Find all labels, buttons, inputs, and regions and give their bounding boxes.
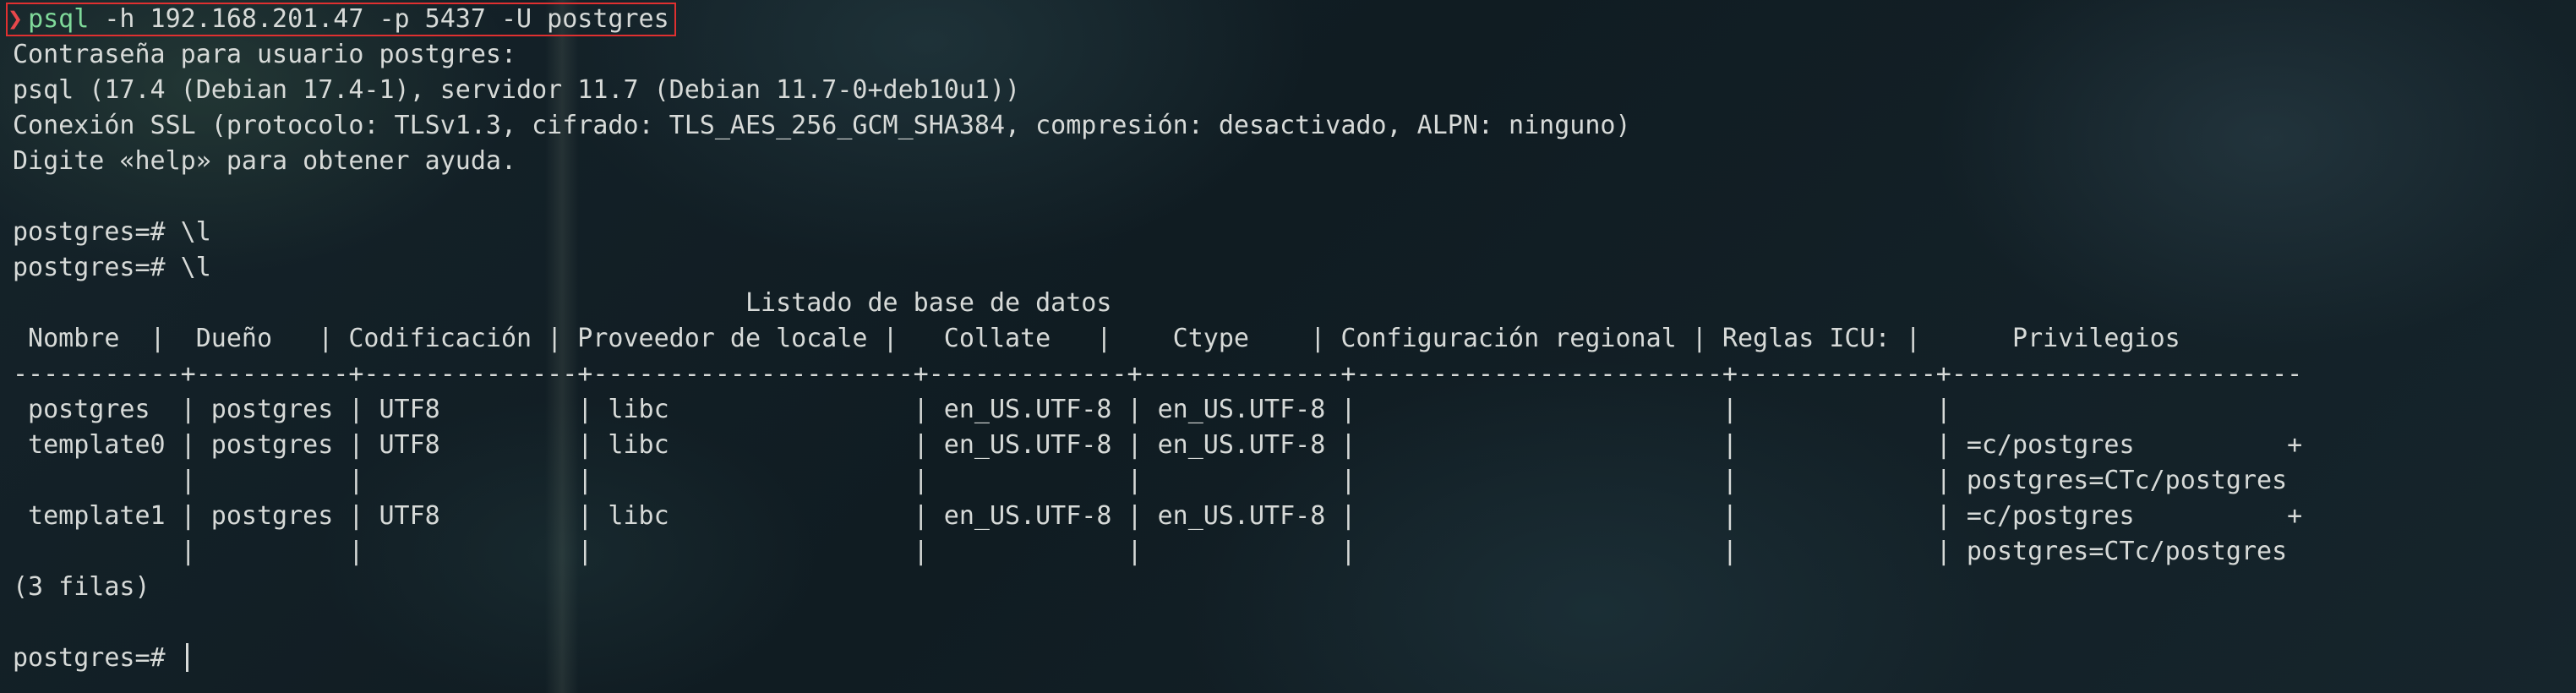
table-row: template0 | postgres | UTF8 | libc | en_… xyxy=(13,430,2303,460)
row-count-footer: (3 filas) xyxy=(13,572,150,602)
text-cursor[interactable] xyxy=(185,643,188,672)
table-row: template1 | postgres | UTF8 | libc | en_… xyxy=(13,501,2303,531)
help-hint-line: Digite «help» para obtener ayuda. xyxy=(13,146,517,176)
command-arguments: -h 192.168.201.47 -p 5437 -U postgres xyxy=(89,4,669,34)
table-header-row: Nombre | Dueño | Codificación | Proveedo… xyxy=(13,324,2180,353)
terminal-window[interactable]: ❯ psql -h 192.168.201.47 -p 5437 -U postg… xyxy=(0,0,2576,693)
table-row: postgres | postgres | UTF8 | libc | en_U… xyxy=(13,395,1951,424)
ssl-info-line: Conexión SSL (protocolo: TLSv1.3, cifrad… xyxy=(13,111,1631,140)
table-row-continuation: | | | | | | | | postgres=CTc/postgres xyxy=(13,537,2288,566)
command-name: psql xyxy=(28,4,90,34)
version-line: psql (17.4 (Debian 17.4-1), servidor 11.… xyxy=(13,75,1021,105)
history-command-line: postgres=# \l xyxy=(13,217,211,247)
table-row-continuation: | | | | | | | | postgres=CTc/postgres xyxy=(13,466,2288,495)
active-prompt-line[interactable]: postgres=# xyxy=(13,641,2302,676)
prompt-chevron-icon: ❯ xyxy=(8,4,24,34)
table-separator: -----------+----------+--------------+--… xyxy=(13,359,2303,389)
history-command-line: postgres=# \l xyxy=(13,253,211,282)
terminal-output[interactable]: ❯ psql -h 192.168.201.47 -p 5437 -U postg… xyxy=(6,2,2303,676)
table-title: Listado de base de datos xyxy=(13,288,1112,318)
prompt-text: postgres=# xyxy=(13,643,181,673)
highlighted-command: ❯ psql -h 192.168.201.47 -p 5437 -U postg… xyxy=(6,3,676,36)
password-prompt-line: Contraseña para usuario postgres: xyxy=(13,40,517,69)
command-line: ❯ psql -h 192.168.201.47 -p 5437 -U postg… xyxy=(6,2,2302,37)
